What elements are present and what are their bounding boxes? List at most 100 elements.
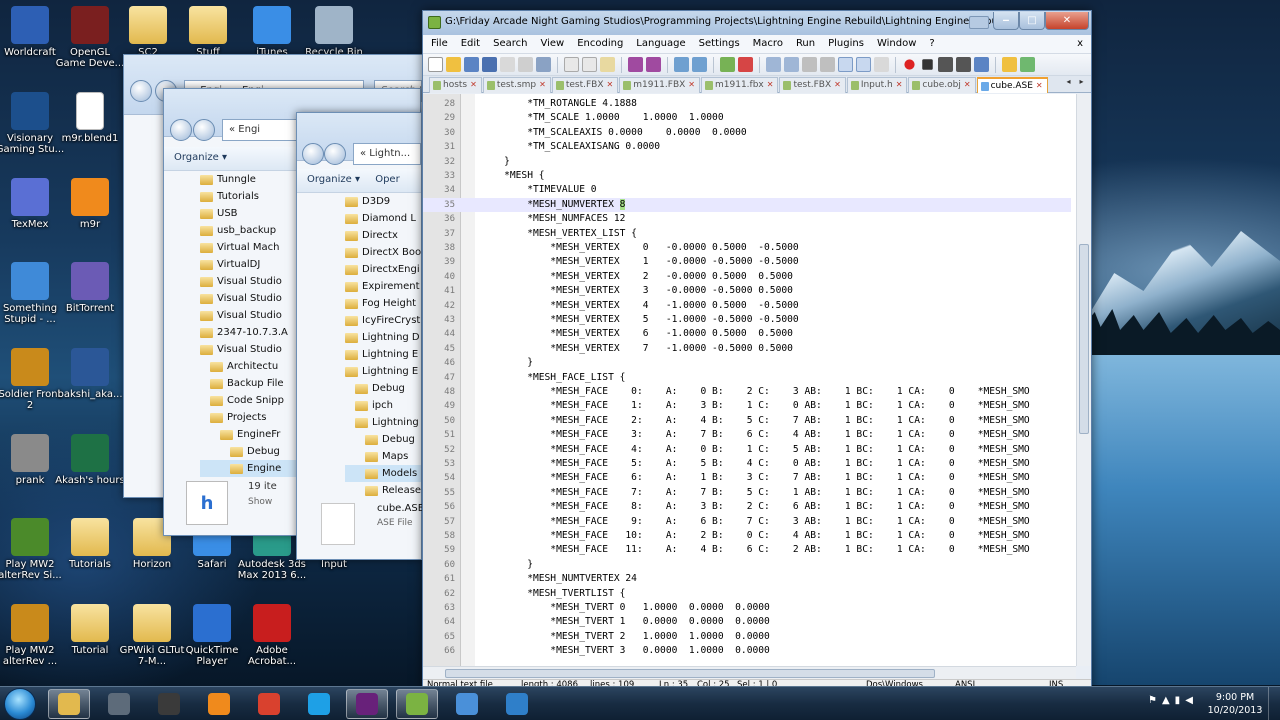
organize-button[interactable]: Organize — [174, 152, 219, 163]
back-button[interactable] — [170, 119, 192, 141]
code-line[interactable]: 50 *MESH_FACE 2: A: 4 B: 5 C: 7 AB: 1 BC… — [423, 414, 1071, 428]
minimize-button[interactable]: ‒ — [993, 12, 1019, 30]
code-line[interactable]: 63 *MESH_TVERT 0 1.0000 0.0000 0.0000 — [423, 601, 1071, 615]
code-line[interactable]: 46 } — [423, 356, 1071, 370]
code-line[interactable]: 44 *MESH_VERTEX 6 -1.0000 0.5000 0.5000 — [423, 327, 1071, 341]
code-line[interactable]: 48 *MESH_FACE 0: A: 0 B: 2 C: 3 AB: 1 BC… — [423, 385, 1071, 399]
nav-tree-item[interactable]: Debug — [345, 380, 421, 397]
spell-check-icon[interactable] — [1020, 57, 1035, 72]
run-macro-multiple-icon[interactable] — [956, 57, 971, 72]
code-line[interactable]: 39 *MESH_VERTEX 1 -0.0000 -0.5000 -0.500… — [423, 255, 1071, 269]
cut-icon[interactable] — [564, 57, 579, 72]
code-line[interactable]: 59 *MESH_FACE 11: A: 4 B: 6 C: 2 AB: 1 B… — [423, 543, 1071, 557]
desktop-shortcut[interactable]: m9r — [54, 178, 126, 230]
zoom-in-icon[interactable] — [720, 57, 735, 72]
menu-item-file[interactable]: File — [431, 38, 448, 53]
show-hidden-icons-icon[interactable]: ▲ — [1162, 695, 1170, 706]
tab-close-icon[interactable]: ✕ — [607, 80, 614, 89]
menu-item-help[interactable]: ? — [929, 38, 934, 53]
extra-window-button[interactable] — [969, 16, 989, 29]
desktop-shortcut[interactable]: m9r.blend1 — [54, 92, 126, 144]
document-tab[interactable]: m1911.FBX ✕ — [619, 77, 700, 93]
tab-close-icon[interactable]: ✕ — [470, 80, 477, 89]
document-tab[interactable]: cube.obj ✕ — [908, 77, 976, 93]
document-tab[interactable]: test.FBX ✕ — [551, 77, 619, 93]
menu-item-macro[interactable]: Macro — [753, 38, 783, 53]
sync-horizontal-icon[interactable] — [784, 57, 799, 72]
volume-icon[interactable]: ◀ — [1185, 695, 1193, 706]
find-icon[interactable] — [674, 57, 689, 72]
back-button[interactable] — [130, 80, 152, 102]
document-tab[interactable]: test.smp ✕ — [482, 77, 551, 93]
nav-tree-item[interactable]: DirectX Boo — [345, 244, 421, 261]
desktop-shortcut[interactable]: BitTorrent — [54, 262, 126, 314]
code-line[interactable]: 53 *MESH_FACE 5: A: 5 B: 4 C: 0 AB: 1 BC… — [423, 457, 1071, 471]
explorer-3-address-bar[interactable]: « Lightn... — [353, 143, 421, 165]
desktop-shortcut[interactable]: Recycle Bin — [298, 6, 370, 58]
tab-close-icon[interactable]: ✕ — [964, 80, 971, 89]
stop-macro-icon[interactable] — [922, 59, 933, 70]
tab-scroll-left-icon[interactable]: ◂ — [1063, 77, 1074, 90]
code-line[interactable]: 34 *TIMEVALUE 0 — [423, 183, 1071, 197]
close-document-button[interactable]: x — [1077, 38, 1083, 49]
nav-tree-item[interactable]: Release — [345, 482, 421, 499]
plugin-icon[interactable] — [1002, 57, 1017, 72]
desktop-shortcut[interactable]: Akash's hours — [54, 434, 126, 486]
menu-item-edit[interactable]: Edit — [461, 38, 480, 53]
maximize-button[interactable]: □ — [1019, 12, 1045, 30]
code-line[interactable]: 51 *MESH_FACE 3: A: 7 B: 6 C: 4 AB: 1 BC… — [423, 428, 1071, 442]
desktop-shortcut[interactable]: Stuff — [172, 6, 244, 58]
save-all-icon[interactable] — [482, 57, 497, 72]
paste-icon[interactable] — [600, 57, 615, 72]
taskbar-button[interactable] — [396, 689, 438, 719]
code-line[interactable]: 37 *MESH_VERTEX_LIST { — [423, 227, 1071, 241]
save-macro-icon[interactable] — [974, 57, 989, 72]
nav-tree-item[interactable]: Debug — [345, 431, 421, 448]
code-line[interactable]: 42 *MESH_VERTEX 4 -1.0000 0.5000 -0.5000 — [423, 299, 1071, 313]
taskbar-button[interactable] — [248, 689, 290, 719]
taskbar-button[interactable] — [198, 689, 240, 719]
close-button[interactable]: ✕ — [1045, 12, 1089, 30]
nav-tree-item[interactable]: DirectxEngi — [345, 261, 421, 278]
network-signal-icon[interactable]: ▮ — [1175, 695, 1181, 706]
menu-item-language[interactable]: Language — [636, 38, 685, 53]
npp-title-bar[interactable]: G:\Friday Arcade Night Gaming Studios\Pr… — [423, 11, 1091, 35]
nav-tree-item[interactable]: Expirement — [345, 278, 421, 295]
tab-scroll-right-icon[interactable]: ▸ — [1076, 77, 1087, 90]
code-line[interactable]: 62 *MESH_TVERTLIST { — [423, 587, 1071, 601]
code-line[interactable]: 45 *MESH_VERTEX 7 -1.0000 -0.5000 0.5000 — [423, 342, 1071, 356]
desktop-shortcut[interactable]: Adobe Acrobat... — [236, 604, 308, 667]
code-line[interactable]: 38 *MESH_VERTEX 0 -0.0000 0.5000 -0.5000 — [423, 241, 1071, 255]
editor-area[interactable]: 28 *TM_ROTANGLE 4.1888 29 *TM_SCALE 1.000… — [423, 94, 1091, 666]
tab-close-icon[interactable]: ✕ — [1036, 81, 1043, 90]
code-line[interactable]: 58 *MESH_FACE 10: A: 2 B: 0 C: 4 AB: 1 B… — [423, 529, 1071, 543]
action-center-flag-icon[interactable]: ⚑ — [1148, 695, 1157, 706]
explorer-3-nav-tree[interactable]: D3D9 Diamond L Directx DirectX Boo DirectxEn… — [345, 193, 421, 499]
tab-close-icon[interactable]: ✕ — [688, 80, 695, 89]
zoom-out-icon[interactable] — [738, 57, 753, 72]
code-line[interactable]: 49 *MESH_FACE 1: A: 3 B: 1 C: 0 AB: 1 BC… — [423, 399, 1071, 413]
indent-guide-icon[interactable] — [838, 57, 853, 72]
code-line[interactable]: 66 *MESH_TVERT 3 0.0000 1.0000 0.0000 — [423, 644, 1071, 658]
code-line[interactable]: 60 } — [423, 558, 1071, 572]
word-wrap-icon[interactable] — [802, 57, 817, 72]
nav-tree-item[interactable]: Lightning D — [345, 329, 421, 346]
taskbar-button[interactable] — [496, 689, 538, 719]
notepad-plus-plus-window[interactable]: G:\Friday Arcade Night Gaming Studios\Pr… — [422, 10, 1092, 691]
code-line[interactable]: 31 *TM_SCALEAXISANG 0.0000 — [423, 140, 1071, 154]
forward-button[interactable] — [324, 143, 346, 165]
code-line[interactable]: 40 *MESH_VERTEX 2 -0.0000 0.5000 0.5000 — [423, 270, 1071, 284]
code-line[interactable]: 36 *MESH_NUMFACES 12 — [423, 212, 1071, 226]
code-line[interactable]: 61 *MESH_NUMTVERTEX 24 — [423, 572, 1071, 586]
nav-tree-item[interactable]: ipch — [345, 397, 421, 414]
doc-map-icon[interactable] — [874, 57, 889, 72]
tab-close-icon[interactable]: ✕ — [539, 80, 546, 89]
taskbar-button[interactable] — [346, 689, 388, 719]
code-line[interactable]: 43 *MESH_VERTEX 5 -1.0000 -0.5000 -0.500… — [423, 313, 1071, 327]
code-line[interactable]: 54 *MESH_FACE 6: A: 1 B: 3 C: 7 AB: 1 BC… — [423, 471, 1071, 485]
tab-close-icon[interactable]: ✕ — [896, 80, 903, 89]
document-tab[interactable]: Input.h ✕ — [846, 77, 908, 93]
horizontal-scrollbar[interactable] — [423, 666, 1076, 680]
save-icon[interactable] — [464, 57, 479, 72]
code-line[interactable]: 28 *TM_ROTANGLE 4.1888 — [423, 97, 1071, 111]
